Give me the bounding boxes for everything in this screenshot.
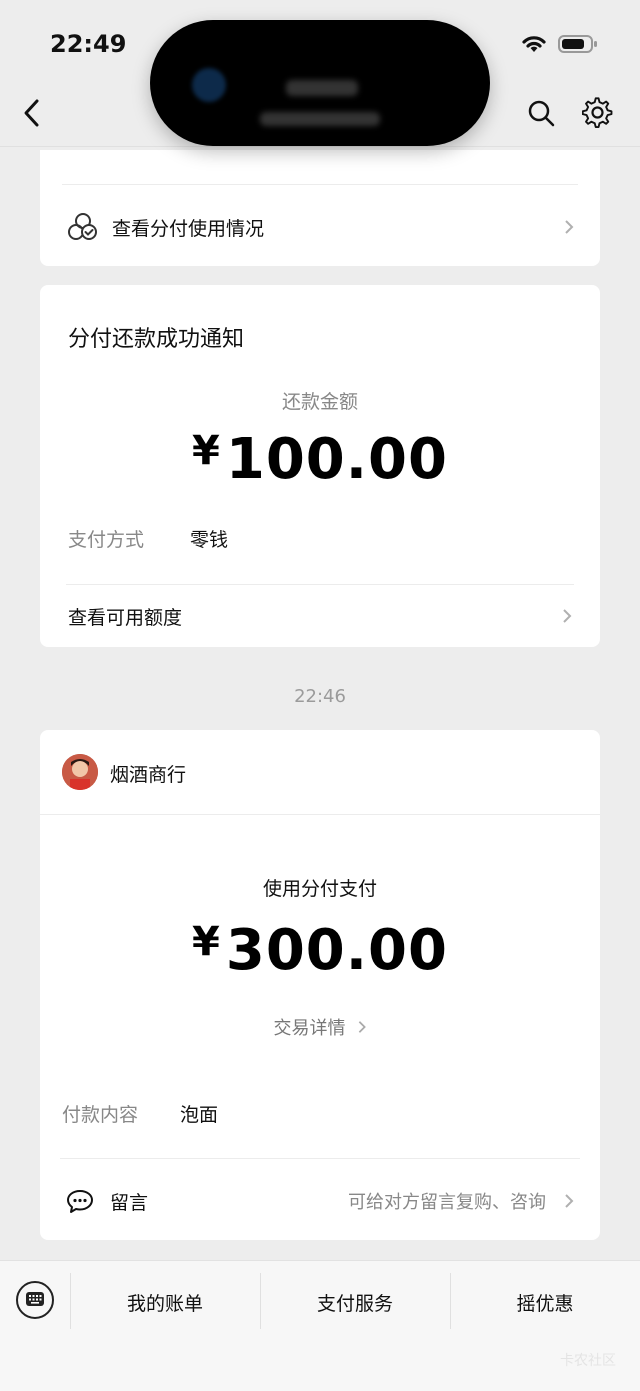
bottom-menu-bar: 我的账单 支付服务 摇优惠 [0,1260,640,1391]
payment-card: 烟酒商行 使用分付支付 ¥300.00 交易详情 付款内容 泡面 留言 可给对方… [40,730,600,1240]
merchant-avatar[interactable] [62,754,98,790]
view-usage-label: 查看分付使用情况 [112,217,265,240]
dynamic-island [150,20,490,146]
amount-value: 100.00 [225,427,448,492]
repay-amount-label: 还款金额 [281,391,358,413]
amount-value: 300.00 [225,918,448,983]
status-time: 22:49 [50,30,127,58]
pay-method-value: 零钱 [190,529,229,551]
chevron-left-icon[interactable] [20,98,44,128]
chevron-right-icon [563,609,572,623]
watermark: 卡农社区 [560,1353,616,1369]
keyboard-icon[interactable] [16,1281,54,1319]
transaction-detail-label: 交易详情 [273,1018,346,1039]
leave-message-row[interactable]: 留言 可给对方留言复购、咨询 [66,1184,574,1218]
battery-icon [558,35,597,53]
avatar-image [62,754,98,790]
gear-icon[interactable] [582,97,614,129]
payment-amount: ¥300.00 [40,918,600,983]
usage-card: 查看分付使用情况 [40,150,600,266]
pay-method-key: 支付方式 [68,529,145,551]
rings-check-icon [68,213,97,240]
status-icons [520,34,598,54]
currency-symbol: ¥ [192,919,220,965]
chevron-right-icon [565,220,574,234]
currency-symbol: ¥ [192,428,220,474]
payment-content-value: 泡面 [180,1104,219,1126]
payment-content-key: 付款内容 [62,1104,139,1126]
chat-bubble-icon [67,1190,93,1213]
menu-item-my-bills[interactable]: 我的账单 [70,1289,260,1316]
view-limit-label: 查看可用额度 [68,606,183,629]
view-limit-link[interactable]: 查看可用额度 [68,601,572,631]
chevron-right-icon [565,1194,574,1208]
view-usage-link[interactable]: 查看分付使用情况 [66,210,574,244]
menu-item-shake-offers[interactable]: 摇优惠 [450,1289,640,1316]
transaction-detail-link[interactable]: 交易详情 [40,1014,600,1040]
chevron-right-icon [358,1021,366,1033]
blurred-text [260,112,380,126]
repay-notice-card: 分付还款成功通知 还款金额 ¥100.00 支付方式 零钱 查看可用额度 [40,285,600,647]
leave-message-label: 留言 [110,1191,149,1214]
search-icon[interactable] [526,98,556,128]
repay-amount: ¥100.00 [40,427,600,492]
message-timestamp: 22:46 [294,686,346,707]
divider [40,814,600,815]
divider [62,184,578,185]
menu-item-pay-services[interactable]: 支付服务 [260,1289,450,1316]
blurred-avatar [192,68,226,102]
wifi-icon [522,36,546,52]
keyboard-glyph [26,1292,44,1306]
divider [60,1158,580,1159]
notice-title: 分付还款成功通知 [68,327,245,352]
payment-headline: 使用分付支付 [262,878,377,900]
leave-message-hint: 可给对方留言复购、咨询 [348,1192,546,1213]
blurred-text [286,80,358,96]
merchant-name[interactable]: 烟酒商行 [110,760,186,787]
divider [66,584,574,585]
